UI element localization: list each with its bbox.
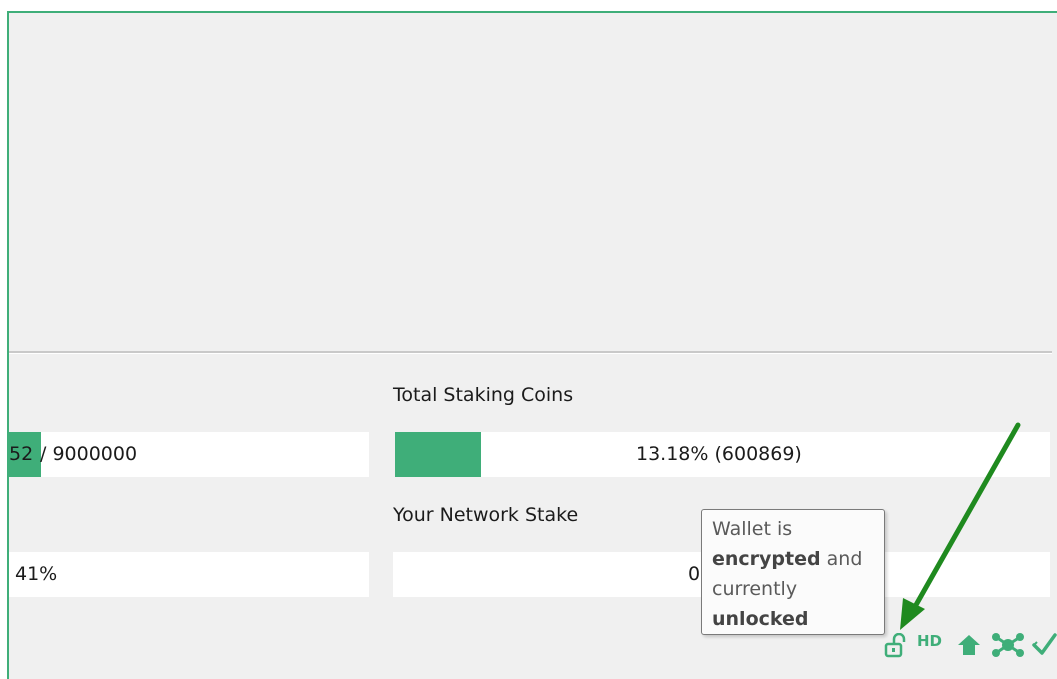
tooltip-line-4: unlocked [712, 604, 874, 634]
tooltip-and: and [820, 548, 863, 570]
total-staking-label: Total Staking Coins [393, 384, 574, 406]
top-margin [0, 0, 1057, 11]
supply-partial-value: 52 [9, 443, 34, 465]
wallet-status-tooltip: Wallet is encrypted and currently unlock… [701, 509, 885, 635]
tooltip-line-1: Wallet is [712, 518, 793, 540]
tooltip-line-3: currently [712, 578, 798, 600]
hd-icon[interactable]: HD [917, 632, 942, 650]
synced-check-icon[interactable] [1031, 631, 1057, 663]
tooltip-encrypted: encrypted [712, 548, 821, 570]
left-percent-value: 41% [15, 563, 58, 585]
network-stake-label: Your Network Stake [393, 504, 579, 526]
left-percent-field: 41% [9, 552, 369, 597]
supply-max-value: / 9000000 [40, 443, 138, 465]
total-staking-progress: 13.18% (600869) [395, 432, 1050, 477]
network-stake-value: 0 [688, 563, 701, 585]
supply-progress-field: 52 / 9000000 [9, 432, 369, 477]
total-staking-fill [395, 432, 482, 477]
lock-open-icon[interactable] [884, 632, 908, 663]
staking-icon[interactable] [956, 633, 982, 663]
total-staking-value: 13.18% (600869) [636, 443, 802, 465]
network-icon[interactable] [991, 631, 1025, 663]
section-divider [9, 351, 1052, 354]
tooltip-unlocked: unlocked [712, 608, 809, 630]
tooltip-line-2: encrypted and [712, 544, 874, 574]
